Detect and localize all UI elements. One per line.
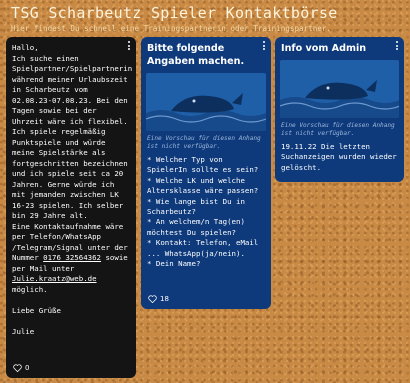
phone-link[interactable]: 0176 32564362 bbox=[43, 253, 101, 262]
page-header: TSG Scharbeutz Spieler Kontaktbörse Hier… bbox=[11, 2, 338, 33]
post-text-outro: möglich. Liebe Grüße Julie bbox=[12, 284, 61, 336]
card-body: * Welcher Typ von SpielerIn sollte es se… bbox=[147, 155, 259, 269]
heart-icon bbox=[148, 295, 157, 303]
page-title: TSG Scharbeutz Spieler Kontaktbörse bbox=[11, 4, 338, 22]
post-card-julie: Hallo, Ich suche einen Spielpartner/Spie… bbox=[6, 37, 136, 378]
attachment-preview[interactable] bbox=[280, 60, 399, 118]
post-text-intro: Hallo, Ich suche einen Spielpartner/Spie… bbox=[12, 43, 133, 262]
card-title: Bitte folgende Angaben machen. bbox=[147, 43, 245, 67]
like-count: 18 bbox=[160, 295, 169, 303]
like-count: 0 bbox=[25, 364, 30, 372]
post-text: Hallo, Ich suche einen Spielpartner/Spie… bbox=[6, 37, 136, 337]
attachment-preview[interactable] bbox=[146, 73, 266, 131]
more-vertical-icon[interactable] bbox=[128, 41, 131, 50]
page-subtitle: Hier findest Du schnell eine Trainingspa… bbox=[11, 24, 332, 33]
heart-icon bbox=[13, 364, 22, 372]
whale-image-icon bbox=[280, 80, 399, 118]
post-card-admin-info: Info vom Admin Eine Vorschau für diesen … bbox=[275, 37, 404, 182]
card-title: Info vom Admin bbox=[281, 43, 367, 54]
attachment-caption: Eine Vorschau für diesen Anhang ist nich… bbox=[147, 135, 261, 150]
post-card-angaben: Bitte folgende Angaben machen. Eine Vors… bbox=[141, 37, 271, 309]
like-button[interactable]: 18 bbox=[148, 295, 169, 303]
like-button[interactable]: 0 bbox=[13, 364, 29, 372]
attachment-caption: Eine Vorschau für diesen Anhang ist nich… bbox=[281, 122, 395, 137]
card-body: 19.11.22 Die letzten Suchanzeigen wurden… bbox=[281, 142, 402, 172]
more-vertical-icon[interactable] bbox=[396, 41, 399, 50]
more-vertical-icon[interactable] bbox=[263, 41, 266, 50]
email-link[interactable]: Julie.kraatz@web.de bbox=[12, 274, 97, 283]
whale-image-icon bbox=[146, 93, 266, 131]
